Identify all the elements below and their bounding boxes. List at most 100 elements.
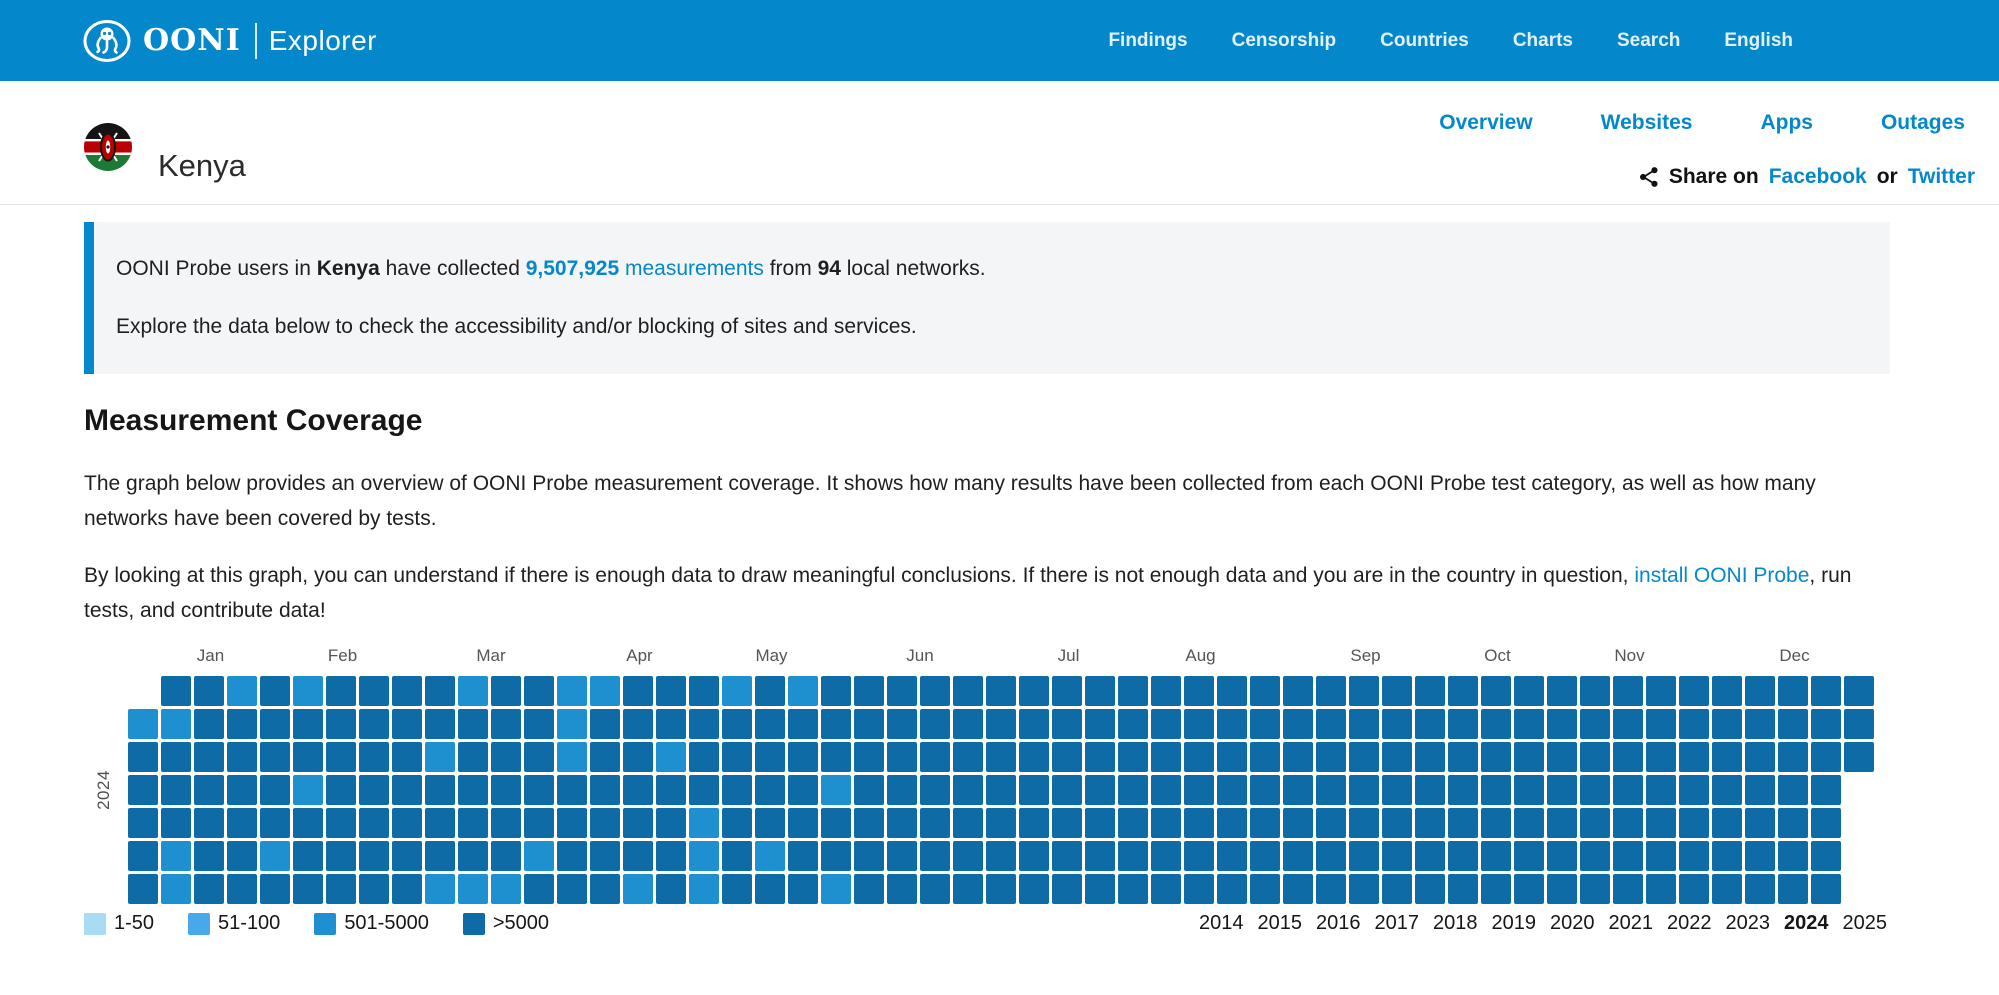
heatmap-cell[interactable] <box>326 742 356 772</box>
heatmap-cell[interactable] <box>1745 775 1775 805</box>
heatmap-cell[interactable] <box>458 775 488 805</box>
heatmap-cell[interactable] <box>425 874 455 904</box>
heatmap-cell[interactable] <box>524 742 554 772</box>
heatmap-cell[interactable] <box>1646 775 1676 805</box>
heatmap-cell[interactable] <box>590 841 620 871</box>
heatmap-cell[interactable] <box>194 808 224 838</box>
heatmap-cell[interactable] <box>128 841 158 871</box>
heatmap-cell[interactable] <box>557 775 587 805</box>
heatmap-cell[interactable] <box>1250 742 1280 772</box>
heatmap-cell[interactable] <box>920 676 950 706</box>
heatmap-cell[interactable] <box>194 841 224 871</box>
share-twitter-link[interactable]: Twitter <box>1908 165 1975 189</box>
heatmap-cell[interactable] <box>1778 841 1808 871</box>
heatmap-cell[interactable] <box>887 709 917 739</box>
heatmap-cell[interactable] <box>557 874 587 904</box>
heatmap-cell[interactable] <box>524 709 554 739</box>
tab-apps[interactable]: Apps <box>1760 111 1813 135</box>
heatmap-cell[interactable] <box>359 841 389 871</box>
heatmap-cell[interactable] <box>821 709 851 739</box>
heatmap-cell[interactable] <box>326 676 356 706</box>
heatmap-cell[interactable] <box>557 709 587 739</box>
heatmap-cell[interactable] <box>326 709 356 739</box>
heatmap-cell[interactable] <box>854 709 884 739</box>
heatmap-cell[interactable] <box>1283 808 1313 838</box>
heatmap-cell[interactable] <box>887 775 917 805</box>
heatmap-cell[interactable] <box>953 808 983 838</box>
heatmap-cell[interactable] <box>260 874 290 904</box>
tab-overview[interactable]: Overview <box>1439 111 1532 135</box>
heatmap-cell[interactable] <box>788 775 818 805</box>
heatmap-cell[interactable] <box>458 709 488 739</box>
heatmap-cell[interactable] <box>227 841 257 871</box>
heatmap-cell[interactable] <box>755 775 785 805</box>
heatmap-cell[interactable] <box>1019 874 1049 904</box>
heatmap-cell[interactable] <box>1052 841 1082 871</box>
heatmap-cell[interactable] <box>128 709 158 739</box>
topnav-link-findings[interactable]: Findings <box>1108 30 1187 52</box>
heatmap-cell[interactable] <box>293 808 323 838</box>
heatmap-cell[interactable] <box>194 775 224 805</box>
heatmap-cell[interactable] <box>755 841 785 871</box>
heatmap-cell[interactable] <box>1382 676 1412 706</box>
language-selector[interactable]: English <box>1724 30 1793 52</box>
heatmap-cell[interactable] <box>1283 709 1313 739</box>
heatmap-cell[interactable] <box>1217 742 1247 772</box>
heatmap-cell[interactable] <box>1118 808 1148 838</box>
heatmap-cell[interactable] <box>986 874 1016 904</box>
year-link-2023[interactable]: 2023 <box>1726 912 1771 935</box>
heatmap-cell[interactable] <box>1712 874 1742 904</box>
heatmap-cell[interactable] <box>1250 775 1280 805</box>
heatmap-cell[interactable] <box>1283 742 1313 772</box>
heatmap-cell[interactable] <box>788 676 818 706</box>
heatmap-cell[interactable] <box>1118 841 1148 871</box>
heatmap-cell[interactable] <box>755 676 785 706</box>
heatmap-cell[interactable] <box>590 742 620 772</box>
heatmap-cell[interactable] <box>524 841 554 871</box>
heatmap-cell[interactable] <box>392 676 422 706</box>
heatmap-cell[interactable] <box>1679 709 1709 739</box>
heatmap-cell[interactable] <box>1646 742 1676 772</box>
heatmap-cell[interactable] <box>1580 709 1610 739</box>
heatmap-cell[interactable] <box>359 775 389 805</box>
heatmap-cell[interactable] <box>1580 742 1610 772</box>
heatmap-cell[interactable] <box>689 841 719 871</box>
heatmap-cell[interactable] <box>1811 775 1841 805</box>
heatmap-cell[interactable] <box>161 874 191 904</box>
heatmap-cell[interactable] <box>1151 841 1181 871</box>
heatmap-cell[interactable] <box>1085 709 1115 739</box>
heatmap-cell[interactable] <box>1052 709 1082 739</box>
heatmap-cell[interactable] <box>1283 775 1313 805</box>
heatmap-cell[interactable] <box>1481 874 1511 904</box>
heatmap-cell[interactable] <box>1118 874 1148 904</box>
heatmap-cell[interactable] <box>755 874 785 904</box>
heatmap-cell[interactable] <box>1547 676 1577 706</box>
heatmap-cell[interactable] <box>1811 676 1841 706</box>
heatmap-cell[interactable] <box>1547 808 1577 838</box>
heatmap-cell[interactable] <box>1679 808 1709 838</box>
heatmap-cell[interactable] <box>425 808 455 838</box>
heatmap-cell[interactable] <box>821 841 851 871</box>
heatmap-cell[interactable] <box>788 874 818 904</box>
heatmap-cell[interactable] <box>1646 841 1676 871</box>
heatmap-cell[interactable] <box>1811 874 1841 904</box>
heatmap-cell[interactable] <box>1052 808 1082 838</box>
heatmap-cell[interactable] <box>1217 808 1247 838</box>
heatmap-cell[interactable] <box>227 808 257 838</box>
heatmap-cell[interactable] <box>1349 775 1379 805</box>
heatmap-cell[interactable] <box>1184 808 1214 838</box>
heatmap-cell[interactable] <box>1415 775 1445 805</box>
heatmap-cell[interactable] <box>260 841 290 871</box>
heatmap-cell[interactable] <box>161 742 191 772</box>
heatmap-cell[interactable] <box>689 709 719 739</box>
heatmap-cell[interactable] <box>722 874 752 904</box>
heatmap-cell[interactable] <box>1085 874 1115 904</box>
heatmap-cell[interactable] <box>887 874 917 904</box>
heatmap-cell[interactable] <box>1448 808 1478 838</box>
heatmap-cell[interactable] <box>161 676 191 706</box>
topnav-link-charts[interactable]: Charts <box>1513 30 1573 52</box>
heatmap-cell[interactable] <box>1448 676 1478 706</box>
heatmap-cell[interactable] <box>623 709 653 739</box>
heatmap-cell[interactable] <box>392 874 422 904</box>
heatmap-cell[interactable] <box>1019 841 1049 871</box>
